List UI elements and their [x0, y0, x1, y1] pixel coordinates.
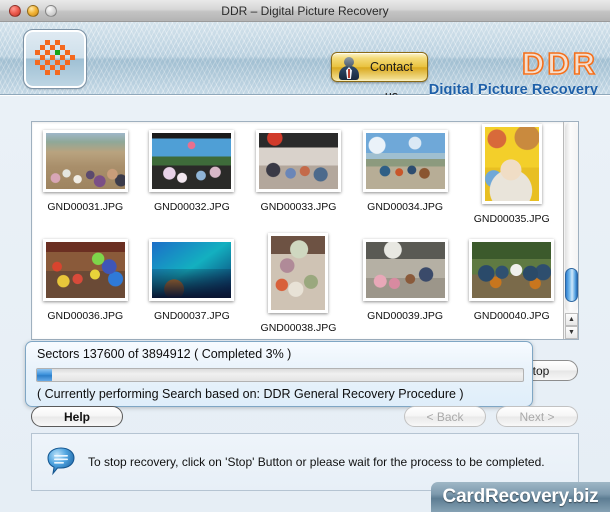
thumbnail-filename: GND00035.JPG: [473, 213, 550, 225]
thumbnail-image[interactable]: [42, 239, 128, 301]
thumbnail-filename: GND00031.JPG: [47, 201, 124, 213]
thumbnail-image[interactable]: [362, 239, 448, 301]
window-title: DDR – Digital Picture Recovery: [221, 4, 389, 18]
progress-status-line: Sectors 137600 of 3894912 ( Completed 3%…: [37, 347, 292, 361]
progress-detail-line: ( Currently performing Search based on: …: [37, 387, 464, 401]
thumbnail-filename: GND00037.JPG: [153, 310, 230, 322]
thumbnail-image[interactable]: [469, 239, 555, 301]
photo-preview: [271, 236, 326, 310]
title-bar: DDR – Digital Picture Recovery: [0, 0, 610, 22]
contact-us-label: Contact us: [369, 60, 414, 103]
checker-pattern: [35, 40, 75, 78]
thumbnail-item[interactable]: GND00032.JPG: [139, 122, 246, 231]
photo-preview: [258, 133, 338, 189]
thumbnail-item[interactable]: GND00033.JPG: [245, 122, 352, 231]
thumbnail-filename: GND00034.JPG: [367, 201, 444, 213]
thumbnail-filename: GND00040.JPG: [473, 310, 550, 322]
watermark-badge: CardRecovery.biz: [431, 482, 610, 512]
main-content: GND00031.JPG GND00032.JPG GND00033.JPG GND0…: [0, 95, 610, 512]
list-scrollbar[interactable]: ▲ ▼: [563, 122, 578, 339]
header-banner: Contact us DDR Digital Picture Recovery: [0, 22, 610, 103]
scrollbar-arrows[interactable]: ▲ ▼: [565, 313, 578, 339]
photo-preview: [472, 242, 552, 298]
help-button[interactable]: Help: [31, 406, 123, 427]
thumbnail-image[interactable]: [42, 130, 128, 192]
thumbnail-grid: GND00031.JPG GND00032.JPG GND00033.JPG GND0…: [32, 122, 565, 339]
thumbnail-item[interactable]: GND00039.JPG: [352, 231, 459, 339]
photo-preview: [45, 242, 125, 298]
thumbnail-item[interactable]: GND00036.JPG: [32, 231, 139, 339]
thumbnail-item[interactable]: GND00037.JPG: [139, 231, 246, 339]
progress-bar-fill: [37, 369, 52, 381]
photo-preview: [152, 242, 232, 298]
thumbnail-image[interactable]: [255, 130, 341, 192]
photo-preview: [152, 133, 232, 189]
thumbnail-item[interactable]: GND00031.JPG: [32, 122, 139, 231]
scrollbar-thumb[interactable]: [565, 268, 578, 302]
thumbnail-image[interactable]: [149, 130, 235, 192]
scroll-up-icon[interactable]: ▲: [565, 313, 578, 326]
photo-preview: [365, 133, 445, 189]
thumbnail-filename: GND00036.JPG: [47, 310, 124, 322]
back-button[interactable]: < Back: [404, 406, 486, 427]
thumbnail-filename: GND00033.JPG: [260, 201, 337, 213]
thumbnail-image[interactable]: [268, 233, 329, 313]
thumbnail-filename: GND00039.JPG: [367, 310, 444, 322]
ddr-checkerboard-icon: [23, 29, 87, 89]
thumbnail-filename: GND00038.JPG: [260, 322, 337, 334]
contact-us-button[interactable]: Contact us: [331, 52, 428, 103]
thumbnail-image[interactable]: [149, 239, 235, 301]
thumbnail-image[interactable]: [481, 124, 542, 204]
next-button[interactable]: Next >: [496, 406, 578, 427]
thumbnail-item[interactable]: GND00040.JPG: [458, 231, 565, 339]
speech-bubble-icon: [46, 446, 76, 476]
thumbnail-item[interactable]: GND00035.JPG: [458, 122, 565, 231]
photo-preview: [45, 133, 125, 189]
app-window: DDR – Digital Picture Recovery Contact u…: [0, 0, 610, 512]
photo-preview: [484, 127, 539, 201]
person-icon: [339, 56, 359, 80]
thumbnail-item[interactable]: GND00038.JPG: [245, 231, 352, 339]
brand-logo: DDR Digital Picture Recovery: [429, 46, 598, 98]
photo-preview: [365, 242, 445, 298]
recovered-files-list[interactable]: GND00031.JPG GND00032.JPG GND00033.JPG GND0…: [31, 121, 579, 340]
progress-panel: Sectors 137600 of 3894912 ( Completed 3%…: [25, 341, 533, 407]
thumbnail-image[interactable]: [362, 130, 448, 192]
scroll-down-icon[interactable]: ▼: [565, 326, 578, 339]
thumbnail-item[interactable]: GND00034.JPG: [352, 122, 459, 231]
brand-title: DDR: [521, 46, 598, 81]
progress-bar: [36, 368, 524, 382]
thumbnail-filename: GND00032.JPG: [153, 201, 230, 213]
watermark-text: CardRecovery.biz: [442, 486, 599, 507]
